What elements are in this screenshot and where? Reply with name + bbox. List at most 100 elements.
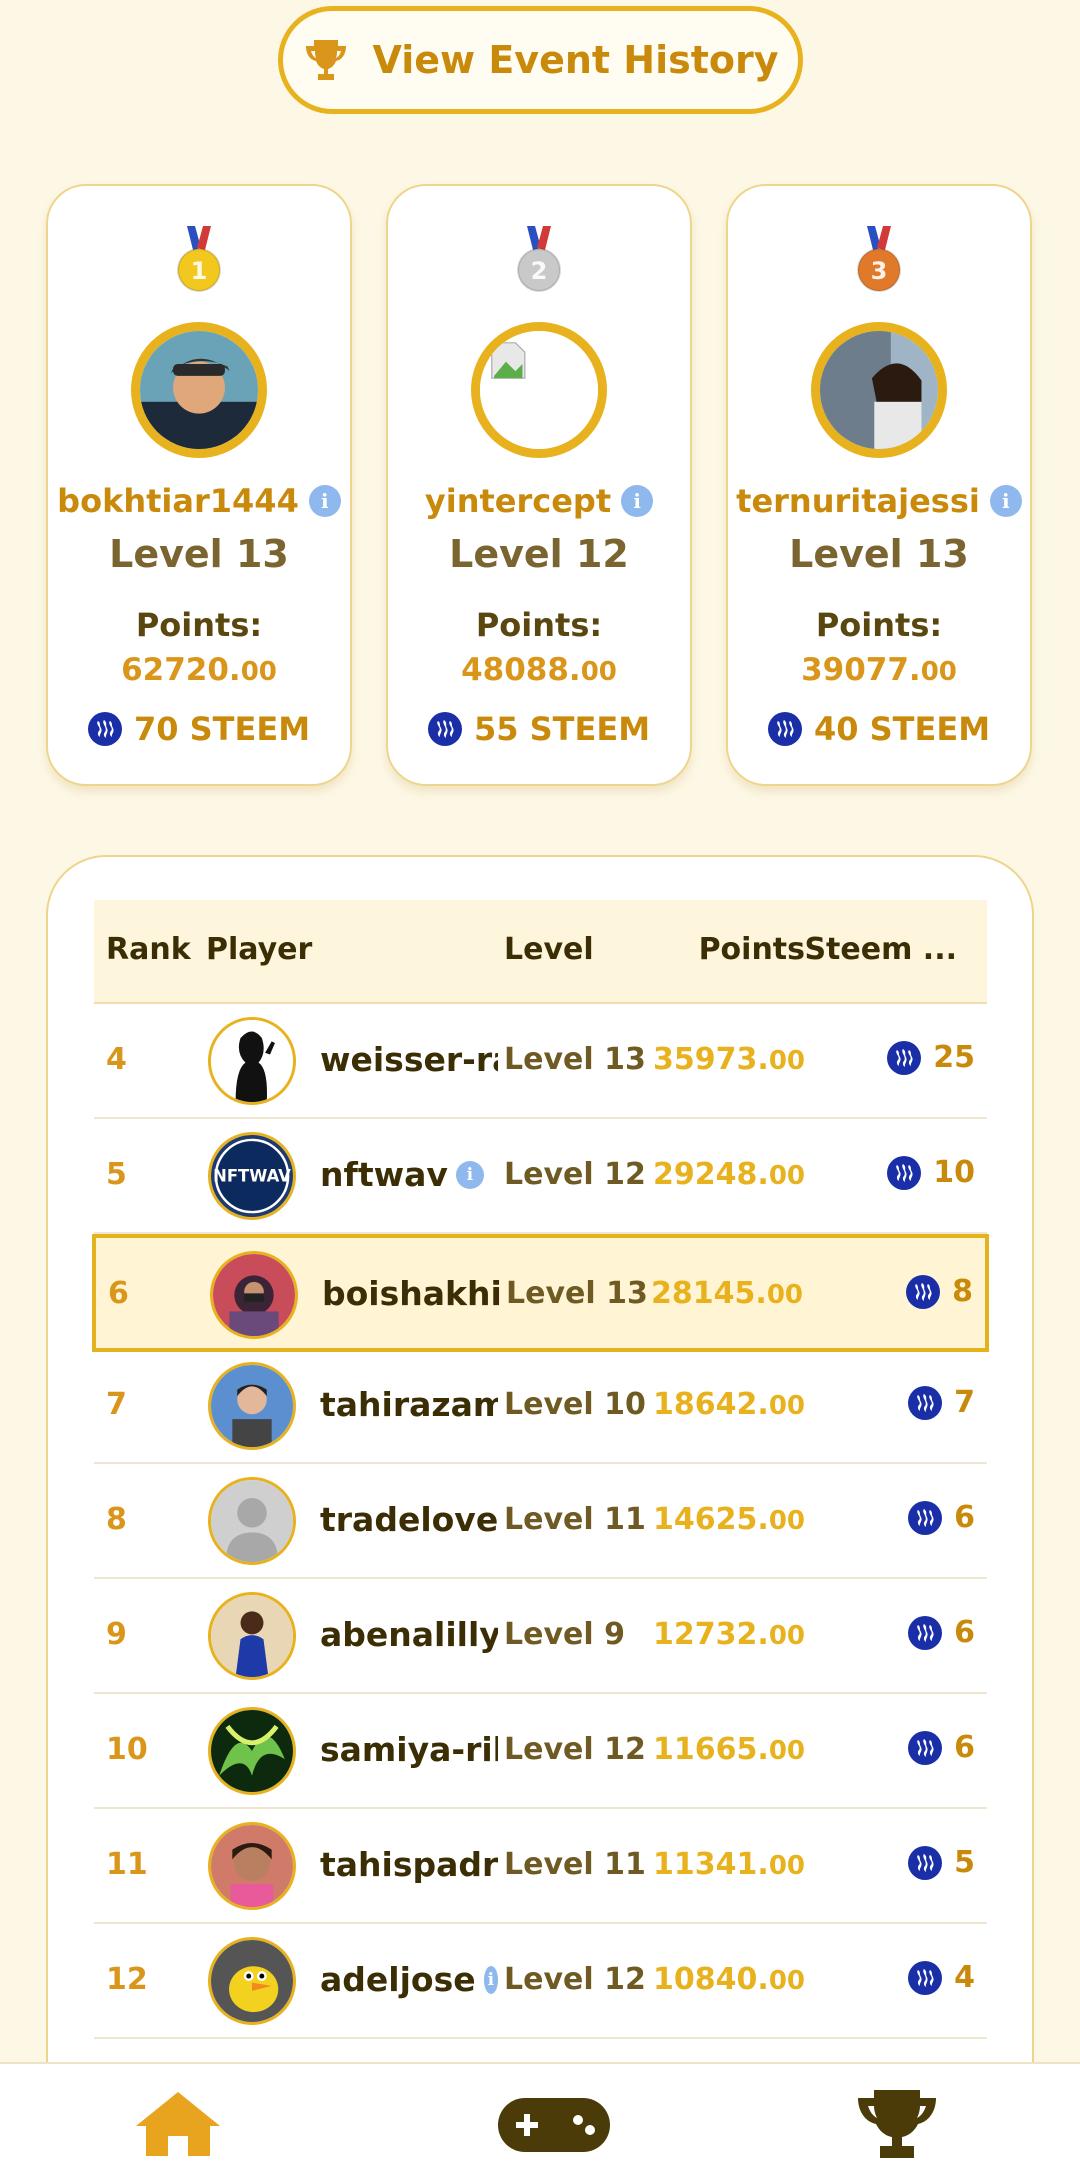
avatar[interactable]: [210, 1251, 298, 1339]
row-level: Level 10: [504, 1387, 646, 1422]
podium-card-2[interactable]: 2 yintercept i Level 12 Points: 48088.00…: [386, 184, 692, 786]
row-player-name[interactable]: adeljose: [320, 1960, 476, 1999]
header-steem[interactable]: Steem ...: [804, 932, 957, 967]
row-steem: 4: [908, 1960, 975, 1995]
steem-icon: [908, 1960, 943, 1995]
steem-icon: [906, 1274, 941, 1309]
row-player-name[interactable]: tahirazaman: [320, 1385, 498, 1424]
avatar[interactable]: [208, 1362, 296, 1450]
nav-games[interactable]: [492, 2088, 616, 2160]
podium-level: Level 12: [449, 532, 629, 576]
podium-card-3[interactable]: 3 ternuritajessi i Level 13 Points: 3907…: [726, 184, 1032, 786]
info-icon[interactable]: i: [483, 1965, 498, 1994]
podium-level: Level 13: [789, 532, 969, 576]
trophy-icon: [858, 2090, 936, 2158]
row-rank: 12: [106, 1962, 148, 1997]
bottom-navigation: [0, 2062, 1080, 2177]
medal-place: 3: [871, 257, 888, 285]
podium-steem-reward: 40 STEEM: [728, 710, 1030, 748]
info-icon[interactable]: i: [989, 485, 1022, 517]
avatar[interactable]: [208, 1477, 296, 1565]
avatar[interactable]: [208, 1822, 296, 1910]
podium-steem-reward: 70 STEEM: [48, 710, 350, 748]
row-level: Level 9: [504, 1617, 625, 1652]
podium-card-1[interactable]: 1 bokhtiar1444 i Level 13 Points: 62720.…: [46, 184, 352, 786]
row-player-name[interactable]: tahispadron: [320, 1845, 498, 1884]
row-steem: 6: [908, 1730, 975, 1765]
gamepad-icon: [498, 2098, 610, 2152]
table-row[interactable]: 9 abenalillyfaith Level 9 12732.00 6: [94, 1579, 987, 1694]
row-rank: 7: [106, 1387, 127, 1422]
row-points: 18642.00: [653, 1387, 805, 1422]
row-points: 29248.00: [653, 1157, 805, 1192]
header-points[interactable]: Points: [699, 932, 805, 967]
info-icon[interactable]: i: [308, 485, 341, 517]
info-icon[interactable]: i: [621, 485, 654, 517]
podium-avatar[interactable]: [811, 322, 947, 458]
table-row[interactable]: 12 adeljose i Level 12 10840.00 4: [94, 1924, 987, 2039]
svg-text:NFTWAV: NFTWAV: [213, 1167, 291, 1186]
row-steem: 6: [908, 1500, 975, 1535]
row-player-name[interactable]: boishakhi123: [322, 1274, 500, 1313]
avatar[interactable]: [208, 1017, 296, 1105]
podium-points: 48088.00: [461, 652, 617, 688]
row-points: 35973.00: [653, 1042, 805, 1077]
row-points: 12732.00: [653, 1617, 805, 1652]
podium-avatar[interactable]: [471, 322, 607, 458]
row-steem: 25: [887, 1040, 975, 1075]
row-player-name[interactable]: tradelover: [320, 1500, 498, 1539]
row-rank: 8: [106, 1502, 127, 1537]
row-rank: 10: [106, 1732, 148, 1767]
row-rank: 6: [108, 1276, 129, 1311]
row-level: Level 13: [506, 1276, 648, 1311]
steem-icon: [908, 1500, 943, 1535]
medal-icon: 3: [857, 226, 901, 292]
nav-leaderboard[interactable]: [852, 2088, 942, 2160]
info-icon[interactable]: i: [455, 1160, 484, 1189]
row-steem: 8: [906, 1274, 973, 1309]
podium-username[interactable]: ternuritajessi: [736, 482, 980, 520]
header-rank[interactable]: Rank: [106, 932, 191, 967]
row-rank: 5: [106, 1157, 127, 1192]
row-player-name[interactable]: weisser-rabe: [320, 1040, 498, 1079]
row-steem: 6: [908, 1615, 975, 1650]
steem-icon: [908, 1730, 943, 1765]
podium-username[interactable]: bokhtiar1444: [57, 482, 299, 520]
podium-username[interactable]: yintercept: [425, 482, 611, 520]
steem-icon: [427, 712, 462, 746]
row-player-name[interactable]: nftwav: [320, 1155, 448, 1194]
row-points: 28145.00: [651, 1276, 803, 1311]
row-player-name[interactable]: abenalillyfaith: [320, 1615, 498, 1654]
avatar[interactable]: [208, 1707, 296, 1795]
table-row[interactable]: 11 tahispadron Level 11 11341.00 5: [94, 1809, 987, 1924]
table-row[interactable]: 10 samiya-rihan Level 12 11665.00 6: [94, 1694, 987, 1809]
table-row[interactable]: 4 weisser-rabe Level 13 35973.00 25: [94, 1004, 987, 1119]
steem-icon: [767, 712, 802, 746]
podium-points: 39077.00: [801, 652, 957, 688]
table-row[interactable]: 8 tradelover Level 11 14625.00 6: [94, 1464, 987, 1579]
home-icon: [136, 2092, 220, 2156]
medal-place: 2: [531, 257, 548, 285]
row-level: Level 12: [504, 1157, 646, 1192]
medal-place: 1: [191, 257, 208, 285]
table-row-current-user[interactable]: 6 boishakhi123 Level 13 28145.00 8: [92, 1234, 989, 1352]
table-row[interactable]: 5 NFTWAV nftwav i Level 12 29248.00 10: [94, 1119, 987, 1234]
medal-icon: 1: [177, 226, 221, 292]
row-steem: 5: [908, 1845, 975, 1880]
row-rank: 4: [106, 1042, 127, 1077]
podium-avatar[interactable]: [131, 322, 267, 458]
avatar[interactable]: [208, 1592, 296, 1680]
header-player[interactable]: Player: [206, 932, 312, 967]
avatar[interactable]: NFTWAV: [208, 1132, 296, 1220]
nav-home[interactable]: [130, 2088, 226, 2160]
table-row[interactable]: 7 tahirazaman Level 10 18642.00 7: [94, 1349, 987, 1464]
leaderboard-header: Rank Player Level Points Steem ...: [94, 900, 987, 1004]
row-rank: 9: [106, 1617, 127, 1652]
header-level[interactable]: Level: [504, 932, 594, 967]
avatar[interactable]: [208, 1937, 296, 2025]
row-rank: 11: [106, 1847, 148, 1882]
trophy-icon: [306, 40, 347, 80]
row-player-name[interactable]: samiya-rihan: [320, 1730, 498, 1769]
view-event-history-button[interactable]: View Event History: [278, 6, 803, 114]
view-event-history-label: View Event History: [372, 38, 779, 82]
